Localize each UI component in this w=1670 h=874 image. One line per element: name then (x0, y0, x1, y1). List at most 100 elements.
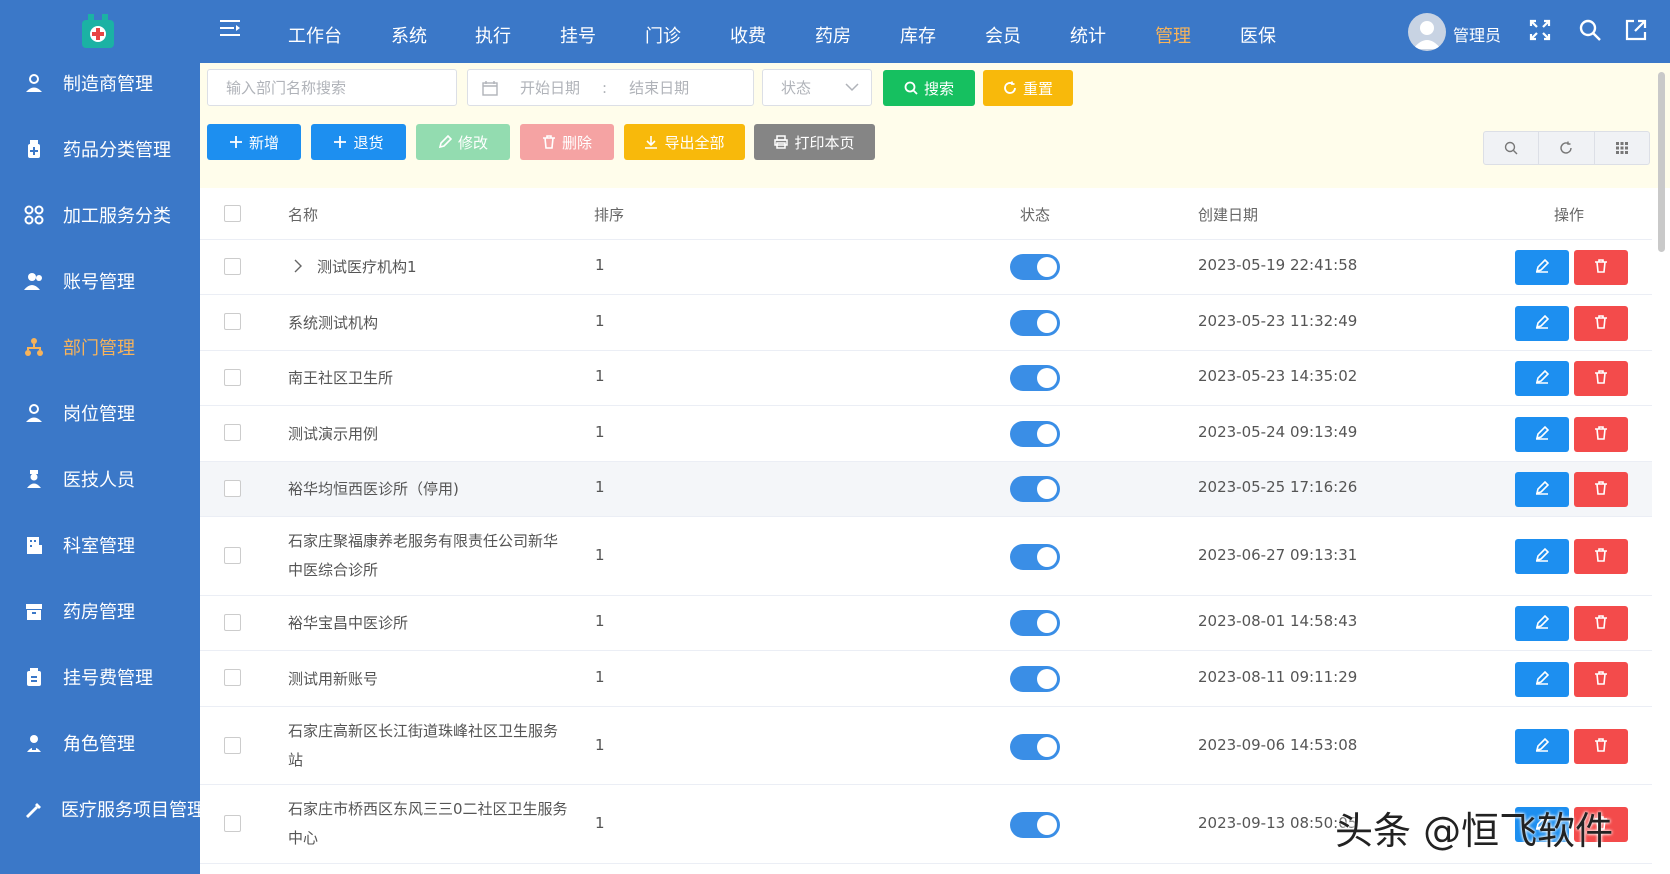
row-delete-button[interactable] (1574, 539, 1628, 574)
status-toggle[interactable] (1010, 734, 1060, 760)
nav-member[interactable]: 会员 (985, 22, 1021, 48)
user-badge-icon (23, 72, 45, 94)
status-toggle[interactable] (1010, 610, 1060, 636)
row-sort: 1 (595, 478, 605, 496)
columns-grid-icon[interactable] (1595, 132, 1649, 164)
row-edit-button[interactable] (1515, 361, 1569, 396)
select-all-checkbox[interactable] (224, 205, 241, 222)
row-checkbox[interactable] (224, 737, 241, 754)
refresh-icon (1003, 81, 1017, 95)
sidebar-item-role[interactable]: 角色管理 (0, 718, 200, 768)
nav-execute[interactable]: 执行 (475, 22, 511, 48)
row-checkbox[interactable] (224, 258, 241, 275)
nav-system[interactable]: 系统 (391, 22, 427, 48)
status-toggle[interactable] (1010, 421, 1060, 447)
sidebar-item-service-category[interactable]: 加工服务分类 (0, 190, 200, 240)
row-edit-button[interactable] (1515, 417, 1569, 452)
search-icon[interactable] (1578, 18, 1602, 42)
status-toggle[interactable] (1010, 310, 1060, 336)
return-button[interactable]: 退货 (311, 124, 406, 160)
sidebar-item-drug-category[interactable]: 药品分类管理 (0, 124, 200, 174)
refresh-icon[interactable] (1539, 132, 1595, 164)
sidebar-item-department[interactable]: 部门管理 (0, 322, 200, 372)
row-checkbox[interactable] (224, 313, 241, 330)
sidebar-item-medical-service[interactable]: 医疗服务项目管理 (0, 784, 205, 834)
print-page-button[interactable]: 打印本页 (754, 124, 875, 160)
row-edit-button[interactable] (1515, 250, 1569, 285)
row-delete-button[interactable] (1574, 729, 1628, 764)
status-toggle[interactable] (1010, 666, 1060, 692)
fullscreen-icon[interactable] (1528, 18, 1552, 42)
sidebar-item-position[interactable]: 岗位管理 (0, 388, 200, 438)
status-toggle[interactable] (1010, 544, 1060, 570)
nav-inventory[interactable]: 库存 (900, 22, 936, 48)
table-row[interactable]: 裕华均恒西医诊所（停用) 1 2023-05-25 17:16:26 (200, 462, 1652, 517)
row-edit-button[interactable] (1515, 729, 1569, 764)
row-delete-button[interactable] (1574, 250, 1628, 285)
status-select[interactable]: 状态 (762, 69, 872, 106)
username[interactable]: 管理员 (1453, 22, 1501, 46)
row-checkbox[interactable] (224, 424, 241, 441)
chevron-right-icon[interactable] (293, 259, 303, 273)
external-link-icon[interactable] (1624, 18, 1648, 42)
status-toggle[interactable] (1010, 812, 1060, 838)
table-row[interactable]: 测试演示用例 1 2023-05-24 09:13:49 (200, 406, 1652, 462)
row-created: 2023-06-27 09:13:31 (1198, 546, 1358, 564)
row-checkbox[interactable] (224, 369, 241, 386)
row-delete-button[interactable] (1574, 606, 1628, 641)
row-checkbox[interactable] (224, 669, 241, 686)
row-edit-button[interactable] (1515, 306, 1569, 341)
menu-toggle-icon[interactable] (220, 18, 242, 38)
status-toggle[interactable] (1010, 254, 1060, 280)
table-row[interactable]: 测试用新账号 1 2023-08-11 09:11:29 (200, 651, 1652, 707)
delete-button[interactable]: 删除 (520, 124, 614, 160)
table-row[interactable]: 南王社区卫生所 1 2023-05-23 14:35:02 (200, 351, 1652, 406)
end-date-placeholder[interactable]: 结束日期 (629, 77, 689, 98)
row-edit-button[interactable] (1515, 539, 1569, 574)
search-button[interactable]: 搜索 (883, 70, 975, 106)
status-toggle[interactable] (1010, 476, 1060, 502)
row-delete-button[interactable] (1574, 417, 1628, 452)
vertical-scrollbar[interactable] (1658, 72, 1665, 252)
add-button[interactable]: 新增 (207, 124, 301, 160)
sidebar-item-department-office[interactable]: 科室管理 (0, 520, 200, 570)
row-checkbox[interactable] (224, 547, 241, 564)
nav-workbench[interactable]: 工作台 (288, 22, 342, 48)
nav-billing[interactable]: 收费 (730, 22, 766, 48)
sidebar-item-account[interactable]: 账号管理 (0, 256, 200, 306)
row-edit-button[interactable] (1515, 606, 1569, 641)
avatar[interactable] (1408, 13, 1446, 51)
sidebar-item-registration-fee[interactable]: 挂号费管理 (0, 652, 200, 702)
edit-button[interactable]: 修改 (416, 124, 510, 160)
row-delete-button[interactable] (1574, 306, 1628, 341)
table-row[interactable]: 石家庄高新区长江街道珠峰社区卫生服务站 1 2023-09-06 14:53:0… (200, 707, 1652, 785)
nav-statistics[interactable]: 统计 (1070, 22, 1106, 48)
sidebar-item-medical-staff[interactable]: 医技人员 (0, 454, 200, 504)
nav-pharmacy[interactable]: 药房 (815, 22, 851, 48)
row-delete-button[interactable] (1574, 662, 1628, 697)
date-range-picker[interactable]: 开始日期 : 结束日期 (467, 69, 754, 106)
status-toggle[interactable] (1010, 365, 1060, 391)
row-delete-button[interactable] (1574, 361, 1628, 396)
nav-management[interactable]: 管理 (1155, 22, 1191, 48)
row-checkbox[interactable] (224, 480, 241, 497)
table-row[interactable]: 裕华宝昌中医诊所 1 2023-08-01 14:58:43 (200, 596, 1652, 651)
table-row[interactable]: 石家庄聚福康养老服务有限责任公司新华中医综合诊所 1 2023-06-27 09… (200, 517, 1652, 596)
row-checkbox[interactable] (224, 815, 241, 832)
row-edit-button[interactable] (1515, 472, 1569, 507)
export-all-button[interactable]: 导出全部 (624, 124, 745, 160)
nav-outpatient[interactable]: 门诊 (645, 22, 681, 48)
nav-medical-insurance[interactable]: 医保 (1240, 22, 1276, 48)
sidebar-item-manufacturer[interactable]: 制造商管理 (0, 58, 200, 108)
table-row[interactable]: 系统测试机构 1 2023-05-23 11:32:49 (200, 295, 1652, 351)
row-edit-button[interactable] (1515, 662, 1569, 697)
reset-button[interactable]: 重置 (983, 70, 1073, 106)
row-delete-button[interactable] (1574, 472, 1628, 507)
table-row[interactable]: 测试医疗机构1 1 2023-05-19 22:41:58 (200, 240, 1652, 295)
row-checkbox[interactable] (224, 614, 241, 631)
nav-registration[interactable]: 挂号 (560, 22, 596, 48)
dept-search-input[interactable]: 输入部门名称搜索 (207, 69, 457, 106)
search-toggle-icon[interactable] (1484, 132, 1540, 164)
sidebar-item-pharmacy[interactable]: 药房管理 (0, 586, 200, 636)
start-date-placeholder[interactable]: 开始日期 (520, 77, 580, 98)
